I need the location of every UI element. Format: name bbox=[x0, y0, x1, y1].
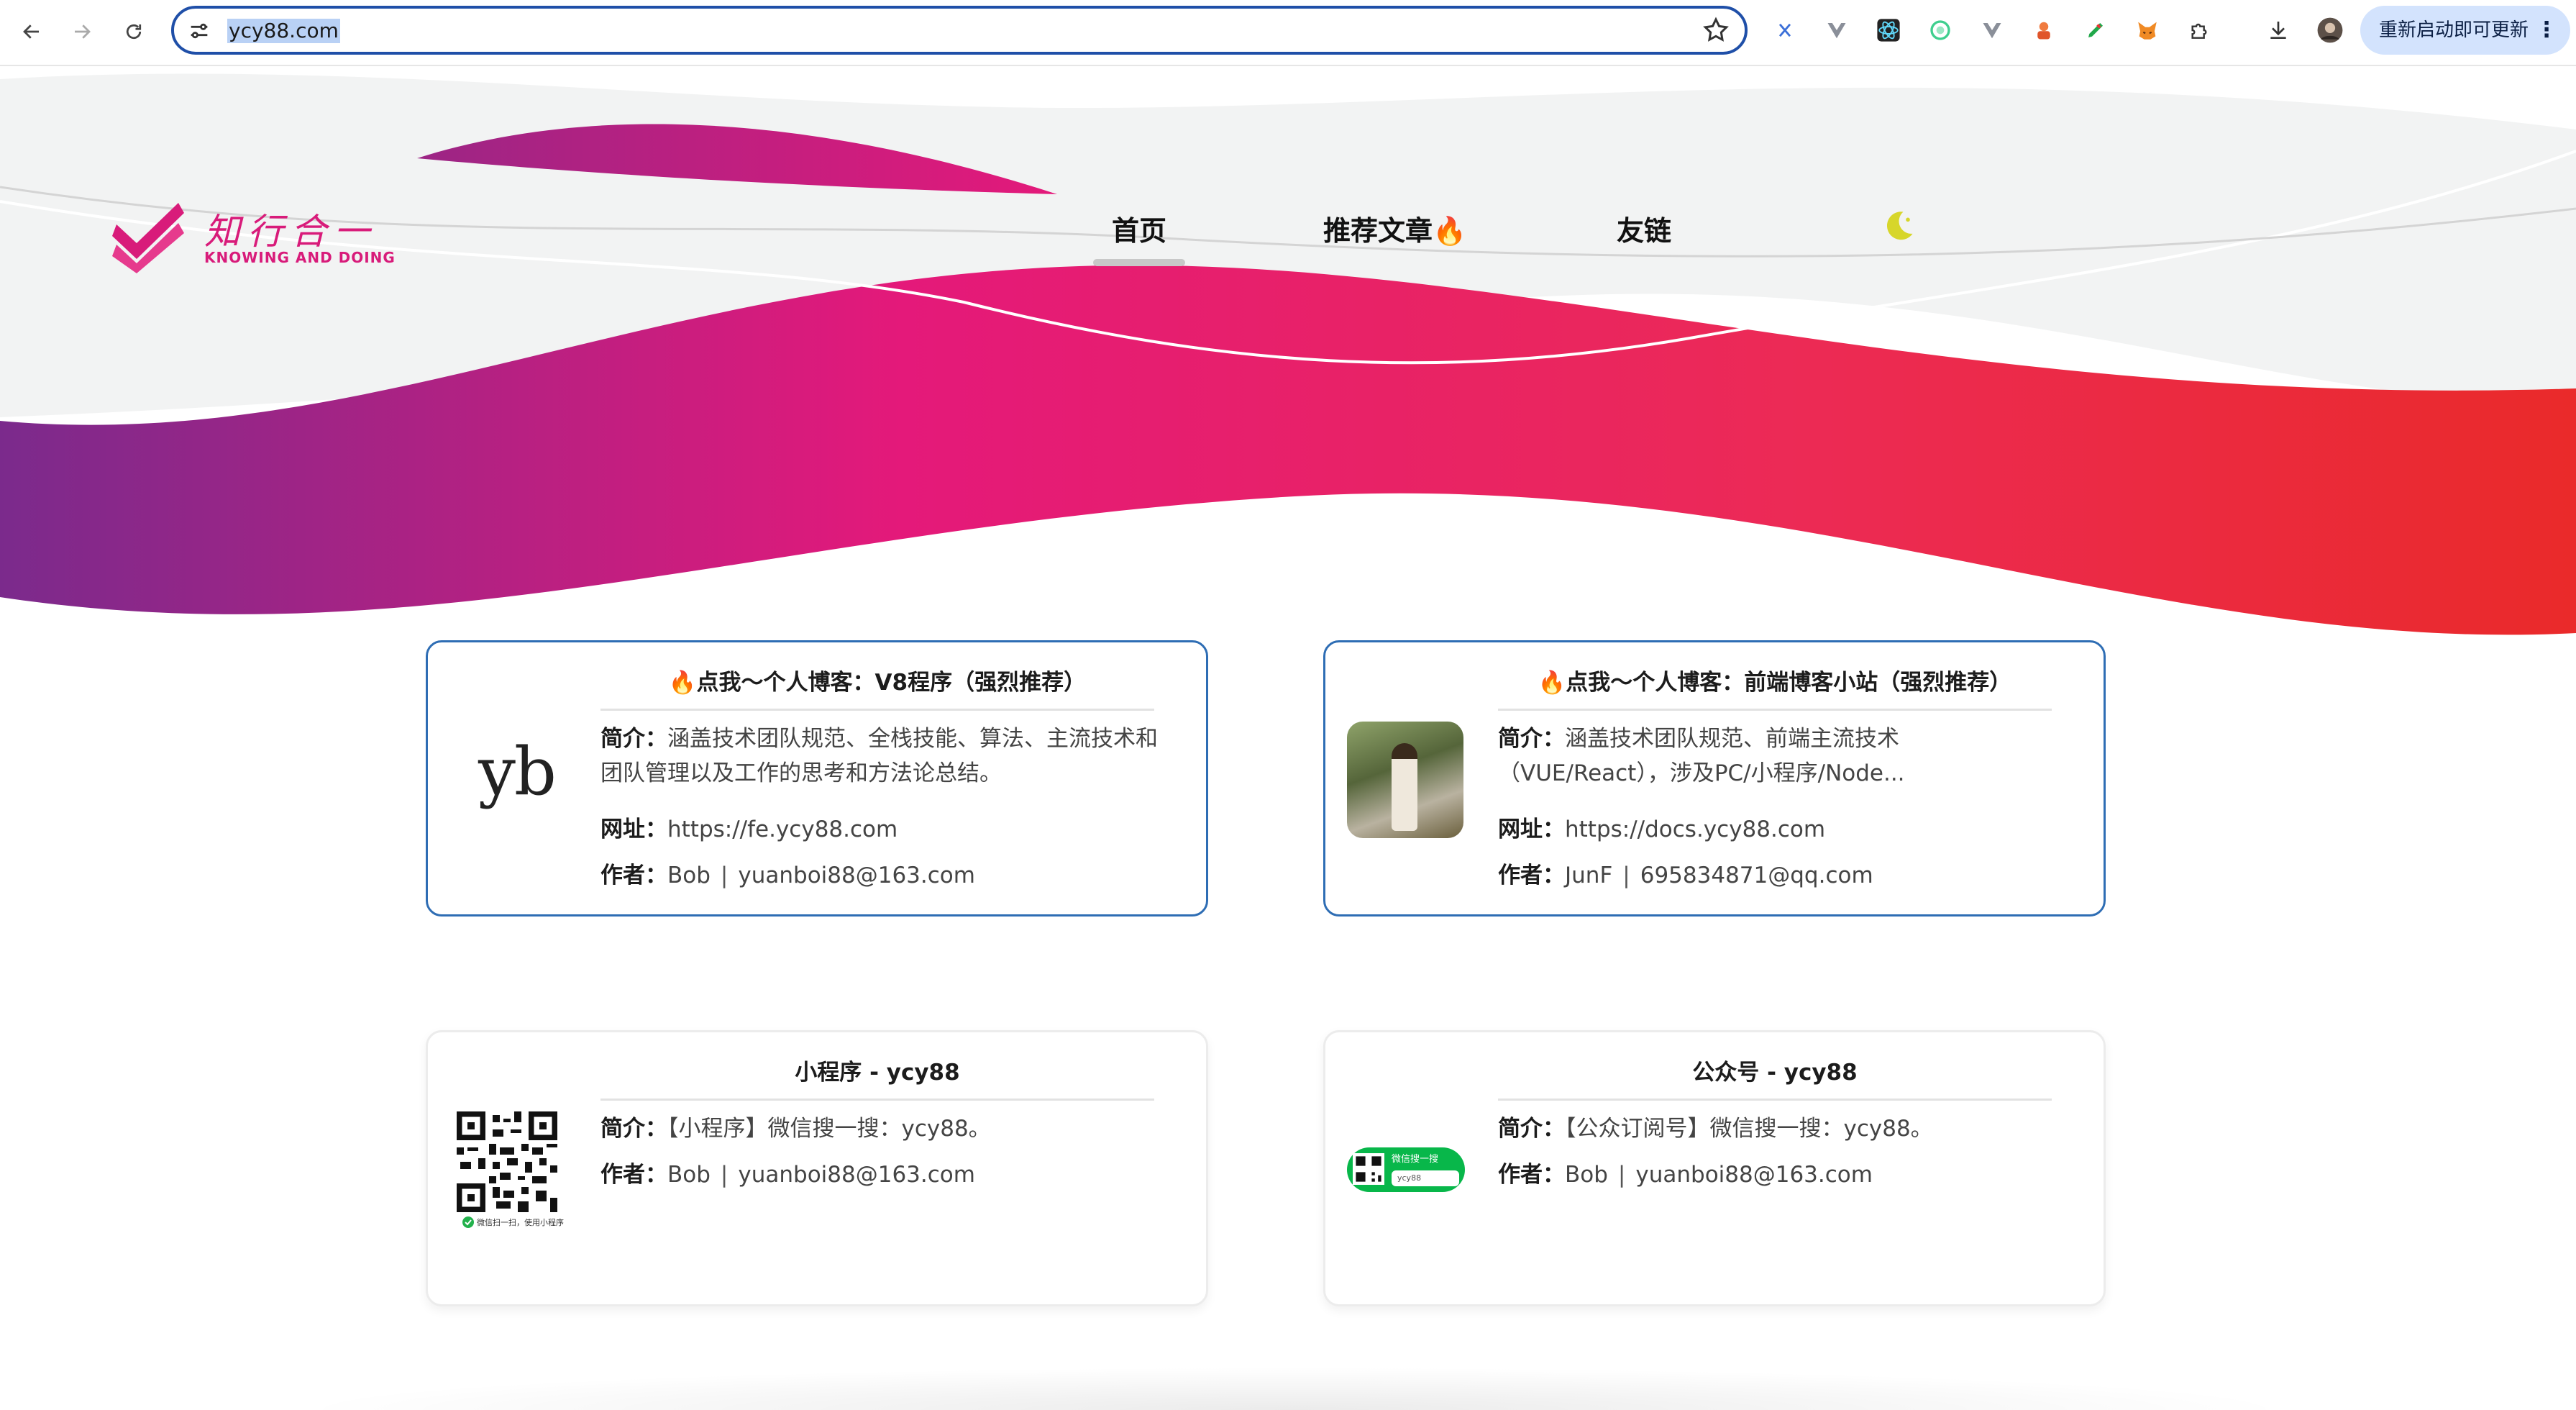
author-label: 作者： bbox=[600, 1162, 667, 1188]
address-bar[interactable]: ycy88.com bbox=[171, 6, 1748, 55]
nav-friend-links[interactable]: 友链 bbox=[1617, 209, 1671, 248]
card-divider bbox=[1498, 709, 2052, 711]
author-email: yuanboi88@163.com bbox=[738, 1162, 975, 1188]
qr-code-icon bbox=[457, 1111, 557, 1212]
moon-icon[interactable] bbox=[1880, 207, 1917, 245]
wechat-account-card[interactable]: 微信搜一搜 ycy88 公众号 - ycy88 简介：【公众订阅号】微信搜一搜：… bbox=[1323, 1030, 2106, 1306]
logo-subtitle: KNOWING AND DOING bbox=[204, 249, 396, 266]
vue-grey-extension-icon[interactable] bbox=[1976, 14, 2008, 46]
url-text[interactable]: ycy88.com bbox=[227, 19, 340, 43]
card-title[interactable]: 小程序 - ycy88 bbox=[600, 1054, 1154, 1086]
card-author: 作者：JunF | 695834871@qq.com bbox=[1498, 858, 2073, 893]
card-intro: 简介：涵盖技术团队规范、前端主流技术（VUE/React），涉及PC/小程序/N… bbox=[1498, 722, 1944, 791]
reload-icon bbox=[126, 24, 142, 40]
badge-search-field: ycy88 bbox=[1392, 1170, 1459, 1186]
back-button[interactable] bbox=[13, 13, 50, 50]
blog-card-frontend[interactable]: 🔥点我～个人博客：前端博客小站（强烈推荐） 简介：涵盖技术团队规范、前端主流技术… bbox=[1323, 640, 2106, 916]
update-button[interactable]: 重新启动即可更新 ⋮ bbox=[2360, 6, 2570, 55]
url-value[interactable]: https://docs.ycy88.com bbox=[1565, 817, 1825, 842]
card-author: 作者：Bob | yuanboi88@163.com bbox=[600, 858, 1176, 893]
card-intro: 简介：涵盖技术团队规范、全栈技能、算法、主流技术和团队管理以及工作的思考和方法论… bbox=[600, 722, 1176, 791]
author-label: 作者： bbox=[600, 863, 667, 888]
intro-label: 简介： bbox=[600, 726, 667, 752]
hero-wave-background bbox=[0, 73, 2576, 635]
card-title[interactable]: 🔥点我～个人博客：V8程序（强烈推荐） bbox=[600, 664, 1154, 696]
separator: | bbox=[1617, 1162, 1626, 1188]
metamask-fox-icon[interactable] bbox=[2132, 14, 2163, 46]
url-label: 网址： bbox=[600, 817, 667, 842]
pen-extension-icon[interactable] bbox=[2080, 14, 2111, 46]
update-label: 重新启动即可更新 bbox=[2379, 19, 2529, 41]
intro-label: 简介： bbox=[1498, 1116, 1565, 1142]
author-photo bbox=[1347, 722, 1463, 838]
checkmark-logo-icon bbox=[112, 203, 184, 273]
nav-active-indicator bbox=[1093, 259, 1185, 266]
author-name: JunF bbox=[1565, 863, 1613, 888]
profile-avatar[interactable] bbox=[2314, 14, 2346, 46]
browser-menu-icon[interactable]: ⋮ bbox=[2536, 6, 2557, 55]
author-name: Bob bbox=[1565, 1162, 1608, 1188]
author-name: Bob bbox=[667, 1162, 711, 1188]
author-name: Bob bbox=[667, 863, 711, 888]
badge-label: 微信搜一搜 bbox=[1392, 1154, 1439, 1165]
card-author: 作者：Bob | yuanboi88@163.com bbox=[1498, 1157, 2073, 1192]
card-divider bbox=[600, 1099, 1154, 1101]
wechat-search-badge: 微信搜一搜 ycy88 bbox=[1347, 1147, 1465, 1192]
author-email: yuanboi88@163.com bbox=[738, 863, 975, 888]
reload-button[interactable] bbox=[115, 13, 152, 50]
person-extension-icon[interactable] bbox=[2028, 14, 2060, 46]
author-email: yuanboi88@163.com bbox=[1635, 1162, 1873, 1188]
react-devtools-icon[interactable] bbox=[1873, 14, 1904, 46]
green-circle-extension-icon[interactable] bbox=[1924, 14, 1956, 46]
footer-shadow bbox=[288, 1367, 2301, 1410]
author-label: 作者： bbox=[1498, 863, 1565, 888]
card-author: 作者：Bob | yuanboi88@163.com bbox=[600, 1157, 1176, 1192]
mini-qr-icon bbox=[1353, 1153, 1384, 1185]
card-url: 网址：https://fe.ycy88.com bbox=[600, 812, 1176, 847]
bookmark-star-icon[interactable] bbox=[1702, 16, 1730, 45]
nav-home[interactable]: 首页 bbox=[1112, 209, 1166, 248]
author-email: 695834871@qq.com bbox=[1640, 863, 1873, 888]
card-intro: 简介：【小程序】微信搜一搜：ycy88。 bbox=[600, 1111, 1176, 1146]
site-settings-icon[interactable] bbox=[187, 19, 211, 43]
download-icon[interactable] bbox=[2262, 14, 2294, 46]
url-value[interactable]: https://fe.ycy88.com bbox=[667, 817, 898, 842]
browser-toolbar: ycy88.com 重新启动即可更新 ⋮ bbox=[0, 0, 2576, 66]
intro-label: 简介： bbox=[600, 1116, 667, 1142]
vue-devtools-icon[interactable] bbox=[1821, 14, 1853, 46]
miniprogram-card[interactable]: 微信扫一扫，使用小程序 小程序 - ycy88 简介：【小程序】微信搜一搜：yc… bbox=[426, 1030, 1208, 1306]
card-divider bbox=[600, 709, 1154, 711]
card-url: 网址：https://docs.ycy88.com bbox=[1498, 812, 2073, 847]
url-label: 网址： bbox=[1498, 817, 1565, 842]
card-divider bbox=[1498, 1099, 2052, 1101]
intro-text: 【小程序】微信搜一搜：ycy88。 bbox=[667, 1116, 991, 1142]
blog-card-v8[interactable]: yb 🔥点我～个人博客：V8程序（强烈推荐） 简介：涵盖技术团队规范、全栈技能、… bbox=[426, 640, 1208, 916]
card-title[interactable]: 公众号 - ycy88 bbox=[1498, 1054, 2052, 1086]
separator: | bbox=[720, 1162, 729, 1188]
intro-text: 涵盖技术团队规范、全栈技能、算法、主流技术和团队管理以及工作的思考和方法论总结。 bbox=[600, 726, 1158, 786]
back-arrow-icon bbox=[23, 24, 39, 39]
intro-text: 【公众订阅号】微信搜一搜：ycy88。 bbox=[1565, 1116, 1933, 1142]
x-extension-icon[interactable] bbox=[1769, 14, 1801, 46]
qr-caption: 微信扫一扫，使用小程序 bbox=[477, 1218, 564, 1227]
nav-recommended-articles[interactable]: 推荐文章🔥 bbox=[1323, 209, 1466, 248]
logo-title: 知行合一 bbox=[204, 211, 377, 253]
forward-button[interactable] bbox=[63, 13, 101, 50]
card-title[interactable]: 🔥点我～个人博客：前端博客小站（强烈推荐） bbox=[1498, 664, 2052, 696]
separator: | bbox=[720, 863, 729, 888]
extensions-puzzle-icon[interactable] bbox=[2183, 14, 2215, 46]
forward-arrow-icon bbox=[75, 24, 91, 39]
intro-label: 简介： bbox=[1498, 726, 1565, 752]
author-label: 作者： bbox=[1498, 1162, 1565, 1188]
yb-logo-thumb: yb bbox=[478, 733, 557, 810]
wechat-check-icon bbox=[462, 1216, 474, 1228]
separator: | bbox=[1622, 863, 1630, 888]
card-intro: 简介：【公众订阅号】微信搜一搜：ycy88。 bbox=[1498, 1111, 2073, 1146]
